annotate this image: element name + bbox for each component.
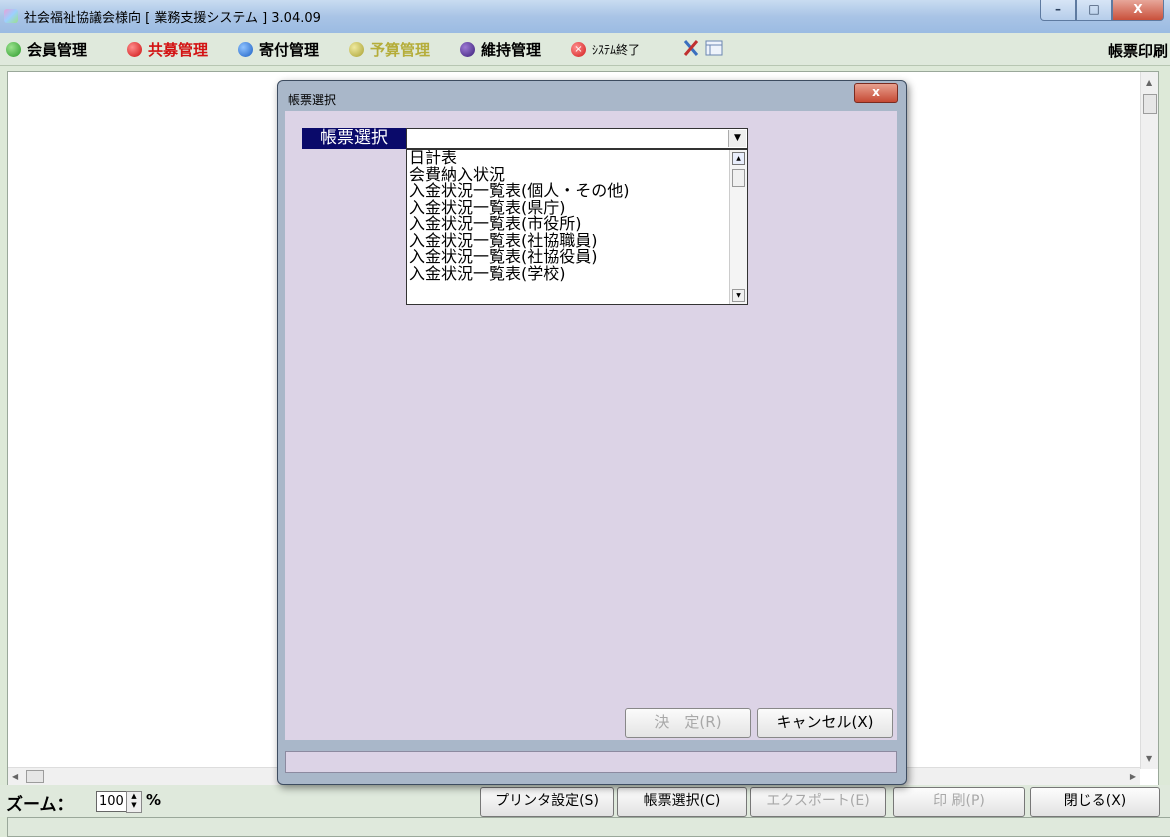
- menu-donation-management[interactable]: 寄付管理: [238, 39, 319, 59]
- maximize-button[interactable]: □: [1076, 0, 1112, 21]
- menu-label: ｼｽﾃﾑ終了: [592, 42, 641, 57]
- list-scroll-thumb[interactable]: [732, 169, 745, 187]
- menu-label: 共募管理: [148, 40, 209, 59]
- list-scrollbar[interactable]: ▲ ▼: [729, 150, 747, 304]
- olive-circle-icon: [349, 41, 364, 57]
- menu-label: 会員管理: [27, 40, 88, 59]
- zoom-input[interactable]: 100: [96, 791, 127, 812]
- dialog-status-bar: [285, 751, 897, 773]
- menu-label: 寄付管理: [259, 40, 320, 59]
- menu-member-management[interactable]: 会員管理: [6, 39, 87, 59]
- tools-icon[interactable]: [680, 38, 726, 58]
- horizontal-scroll-thumb[interactable]: [26, 770, 44, 783]
- app-icon: [4, 9, 18, 23]
- dialog-body: 帳票選択 ▼ 日計表 会費納入状況 入金状況一覧表(個人・その他) 入金状況一覧…: [285, 111, 897, 740]
- printer-settings-button[interactable]: プリンタ設定(S): [480, 787, 614, 817]
- scroll-down-arrow-icon[interactable]: ▼: [1146, 754, 1152, 763]
- close-window-button[interactable]: X: [1112, 0, 1164, 21]
- scroll-right-arrow-icon[interactable]: ▶: [1130, 772, 1136, 781]
- export-button[interactable]: エクスポート(E): [750, 787, 886, 817]
- zoom-stepper[interactable]: ▲ ▼: [126, 791, 142, 813]
- report-select-dialog: 帳票選択 x 帳票選択 ▼ 日計表 会費納入状況 入金状況一覧表(個人・その他)…: [277, 80, 907, 785]
- confirm-button[interactable]: 決 定(R): [625, 708, 751, 738]
- report-select-button[interactable]: 帳票選択(C): [617, 787, 747, 817]
- menu-maintenance-management[interactable]: 維持管理: [460, 39, 541, 59]
- vertical-scroll-thumb[interactable]: [1143, 94, 1157, 114]
- dialog-title: 帳票選択: [288, 93, 337, 107]
- report-select-combobox[interactable]: ▼: [406, 128, 748, 149]
- zoom-label: ズーム：: [6, 795, 74, 815]
- status-bar: [7, 817, 1170, 837]
- blue-circle-icon: [238, 41, 253, 57]
- report-select-dropdown-list[interactable]: 日計表 会費納入状況 入金状況一覧表(個人・その他) 入金状況一覧表(県庁) 入…: [406, 149, 748, 305]
- minimize-button[interactable]: –: [1040, 0, 1076, 21]
- window-title: 社会福祉協議会様向 [ 業務支援システム ] 3.04.09: [24, 11, 321, 26]
- scroll-up-arrow-icon[interactable]: ▲: [1146, 78, 1152, 87]
- print-button[interactable]: 印 刷(P): [893, 787, 1025, 817]
- menu-system-exit[interactable]: × ｼｽﾃﾑ終了: [571, 39, 640, 59]
- scroll-left-arrow-icon[interactable]: ◀: [12, 772, 18, 781]
- menu-label: 予算管理: [370, 40, 431, 59]
- zoom-unit: %: [146, 791, 162, 809]
- cancel-button[interactable]: キャンセル(X): [757, 708, 893, 738]
- dialog-close-button[interactable]: x: [854, 83, 898, 103]
- menu-bar: 会員管理 共募管理 寄付管理 予算管理 維持管理 × ｼｽﾃﾑ終了 帳票印刷: [0, 33, 1170, 66]
- scroll-up-arrow-icon[interactable]: ▲: [732, 152, 745, 165]
- close-button[interactable]: 閉じる(X): [1030, 787, 1160, 817]
- vertical-scrollbar[interactable]: ▲ ▼: [1140, 72, 1158, 769]
- menu-label: 維持管理: [481, 40, 542, 59]
- report-select-label: 帳票選択: [302, 128, 406, 149]
- menu-budget-management[interactable]: 予算管理: [349, 39, 430, 59]
- list-item[interactable]: 入金状況一覧表(学校): [407, 265, 747, 283]
- screen-title: 帳票印刷: [1107, 42, 1168, 60]
- window-controls: – □ X: [1040, 0, 1164, 22]
- menu-fundraising-management[interactable]: 共募管理: [127, 39, 208, 59]
- green-circle-icon: [6, 41, 21, 57]
- bottom-toolbar: ズーム： 100 ▲ ▼ % プリンタ設定(S) 帳票選択(C) エクスポート(E…: [0, 785, 1170, 817]
- dropdown-arrow-icon[interactable]: ▼: [728, 130, 746, 147]
- title-bar: 社会福祉協議会様向 [ 業務支援システム ] 3.04.09 – □ X: [0, 0, 1170, 34]
- purple-circle-icon: [460, 41, 475, 57]
- exit-x-icon: ×: [571, 41, 586, 57]
- red-circle-icon: [127, 41, 142, 57]
- scroll-down-arrow-icon[interactable]: ▼: [732, 289, 745, 302]
